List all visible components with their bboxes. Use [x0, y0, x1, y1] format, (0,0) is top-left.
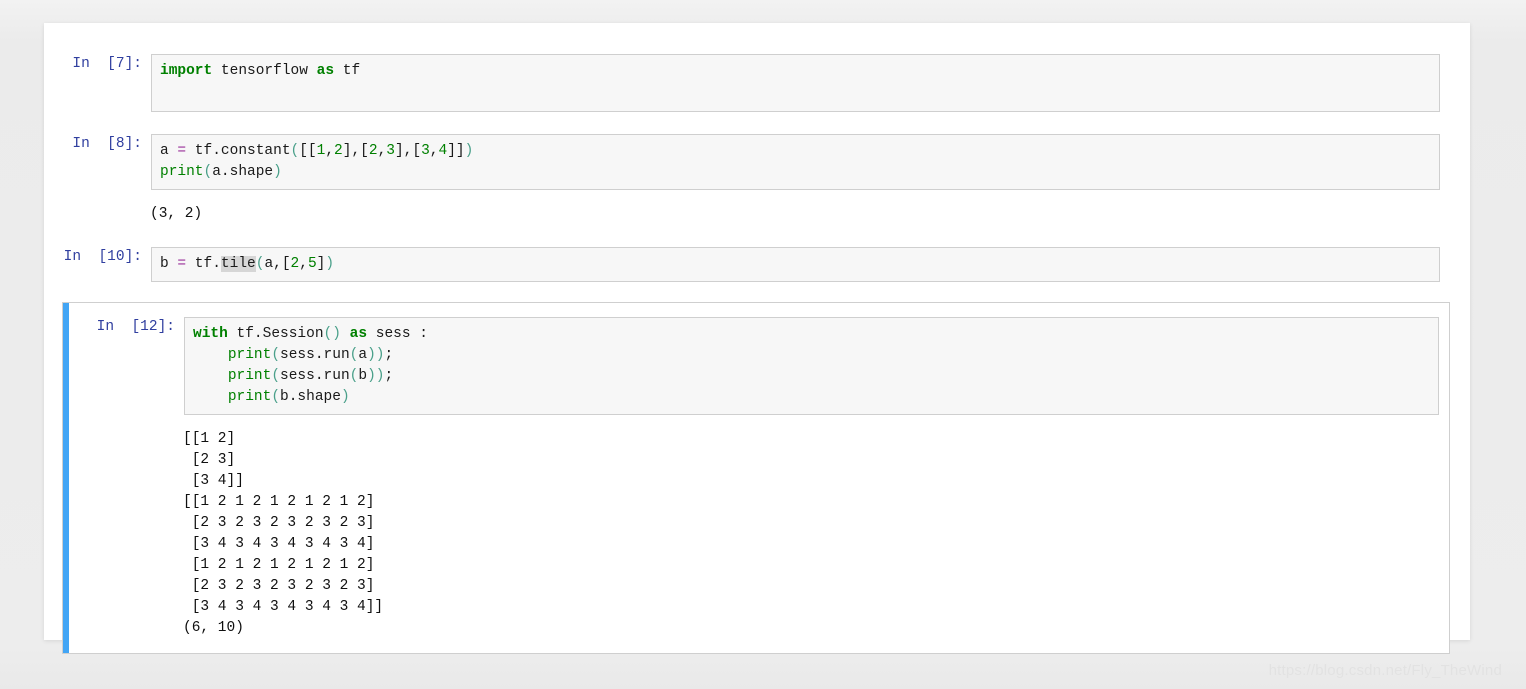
code-token-plain: ,	[325, 143, 335, 159]
notebook-cell[interactable]: In [7]: import tensorflow as tf	[44, 54, 1470, 112]
cell-input-area[interactable]: b = tf.tile(a,[2,5])	[151, 247, 1440, 282]
cell-prompt-in-8: In [8]:	[72, 136, 142, 152]
code-token-builtin: print	[227, 347, 272, 363]
code-token-punctuation: )	[273, 164, 282, 180]
cell-input-row: In [12]: with tf.Session() as sess : pri…	[63, 317, 1439, 415]
code-token-plain: ],[	[394, 143, 422, 159]
code-token-plain: b.shape	[280, 389, 341, 405]
cell-prompt-in-12: In [12]:	[96, 319, 175, 335]
notebook-page: In [7]: import tensorflow as tf In [8]: …	[44, 23, 1470, 654]
code-token-builtin: print	[227, 389, 272, 405]
notebook-cell[interactable]: In [10]: b = tf.tile(a,[2,5])	[44, 247, 1470, 282]
code-token-plain: b	[358, 368, 368, 384]
code-line: print(sess.run(b));	[193, 366, 1434, 387]
code-token-plain: sess.run	[280, 347, 350, 363]
code-token-punctuation: ()	[323, 326, 341, 342]
code-line: print(b.shape)	[193, 387, 1434, 408]
code-token-number: 5	[307, 256, 317, 272]
code-token-punctuation: (	[271, 347, 281, 363]
output-text: (3, 2)	[150, 206, 203, 222]
code-token-plain: tf	[334, 63, 361, 79]
code-token-punctuation: ))	[367, 368, 385, 384]
cell-selection-bar	[63, 303, 69, 653]
code-token-plain: sess :	[367, 326, 428, 342]
code-token-builtin: print	[227, 368, 272, 384]
code-token-number: 2	[290, 256, 300, 272]
code-token-punctuation: )	[340, 389, 350, 405]
code-line: import tensorflow as tf	[160, 61, 1435, 82]
notebook-cell-selected[interactable]: In [12]: with tf.Session() as sess : pri…	[62, 302, 1450, 654]
code-token-plain: a	[160, 143, 178, 159]
code-token-plain: ,	[377, 143, 387, 159]
code-token-plain: tf.constant	[186, 143, 291, 159]
code-token-operator: =	[177, 256, 187, 272]
notebook-cell[interactable]: In [8]: a = tf.constant([[1,2],[2,3],[3,…	[44, 134, 1470, 190]
cell-input-area[interactable]: import tensorflow as tf	[151, 54, 1440, 112]
code-line: a = tf.constant([[1,2],[2,3],[3,4]])	[160, 141, 1435, 162]
code-token-plain: ],[	[342, 143, 369, 159]
code-token-keyword: as	[349, 326, 368, 342]
code-token-punctuation: (	[290, 143, 300, 159]
watermark: https://blog.csdn.net/Fly_TheWind	[1268, 662, 1502, 679]
code-token-highlighted: tile	[220, 256, 256, 272]
cell-input-area[interactable]: with tf.Session() as sess : print(sess.r…	[184, 317, 1439, 415]
code-line: with tf.Session() as sess :	[193, 324, 1434, 345]
cell-output: (3, 2)	[44, 204, 1470, 225]
code-token-plain: ,	[299, 256, 308, 272]
code-token-plain: a,[	[264, 256, 291, 272]
code-token-number: 3	[421, 143, 430, 159]
code-token-plain: a	[358, 347, 368, 363]
code-token-operator: =	[177, 143, 187, 159]
code-token-plain: tf.Session	[227, 326, 324, 342]
code-token-number: 4	[438, 143, 448, 159]
code-token-punctuation: )	[325, 256, 335, 272]
code-token-punctuation: (	[203, 164, 213, 180]
code-token-punctuation: ))	[367, 347, 385, 363]
code-token-plain: a.shape	[212, 164, 274, 180]
code-token-number: 3	[386, 143, 395, 159]
code-token-punctuation: (	[271, 389, 281, 405]
code-token-keyword: import	[160, 63, 213, 79]
notebook-cell-list: In [7]: import tensorflow as tf In [8]: …	[44, 23, 1470, 654]
code-token-punctuation: (	[271, 368, 281, 384]
cell-prompt-in-7: In [7]:	[72, 56, 142, 72]
code-token-plain: b	[160, 256, 178, 272]
cell-prompt-in-10: In [10]:	[63, 249, 142, 265]
code-line: print(sess.run(a));	[193, 345, 1434, 366]
code-token-plain: tf.	[186, 256, 221, 272]
output-text: [[1 2] [2 3] [3 4]] [[1 2 1 2 1 2 1 2 1 …	[183, 431, 384, 636]
code-token-builtin: print	[160, 164, 204, 180]
code-token-plain: [[	[299, 143, 317, 159]
code-token-plain: ;	[384, 347, 394, 363]
code-token-number: 2	[334, 143, 343, 159]
code-token-plain: tensorflow	[212, 63, 317, 79]
cell-output: [[1 2] [2 3] [3 4]] [[1 2 1 2 1 2 1 2 1 …	[63, 429, 1439, 639]
code-token-plain: ;	[384, 368, 394, 384]
code-token-keyword: with	[193, 326, 228, 342]
code-line: print(a.shape)	[160, 162, 1435, 183]
code-token-punctuation: )	[464, 143, 474, 159]
code-token-plain: sess.run	[280, 368, 350, 384]
code-token-plain: ]]	[447, 143, 465, 159]
code-token-keyword: as	[316, 63, 335, 79]
code-line: b = tf.tile(a,[2,5])	[160, 254, 1435, 275]
code-token-number: 2	[368, 143, 378, 159]
cell-input-area[interactable]: a = tf.constant([[1,2],[2,3],[3,4]]) pri…	[151, 134, 1440, 190]
